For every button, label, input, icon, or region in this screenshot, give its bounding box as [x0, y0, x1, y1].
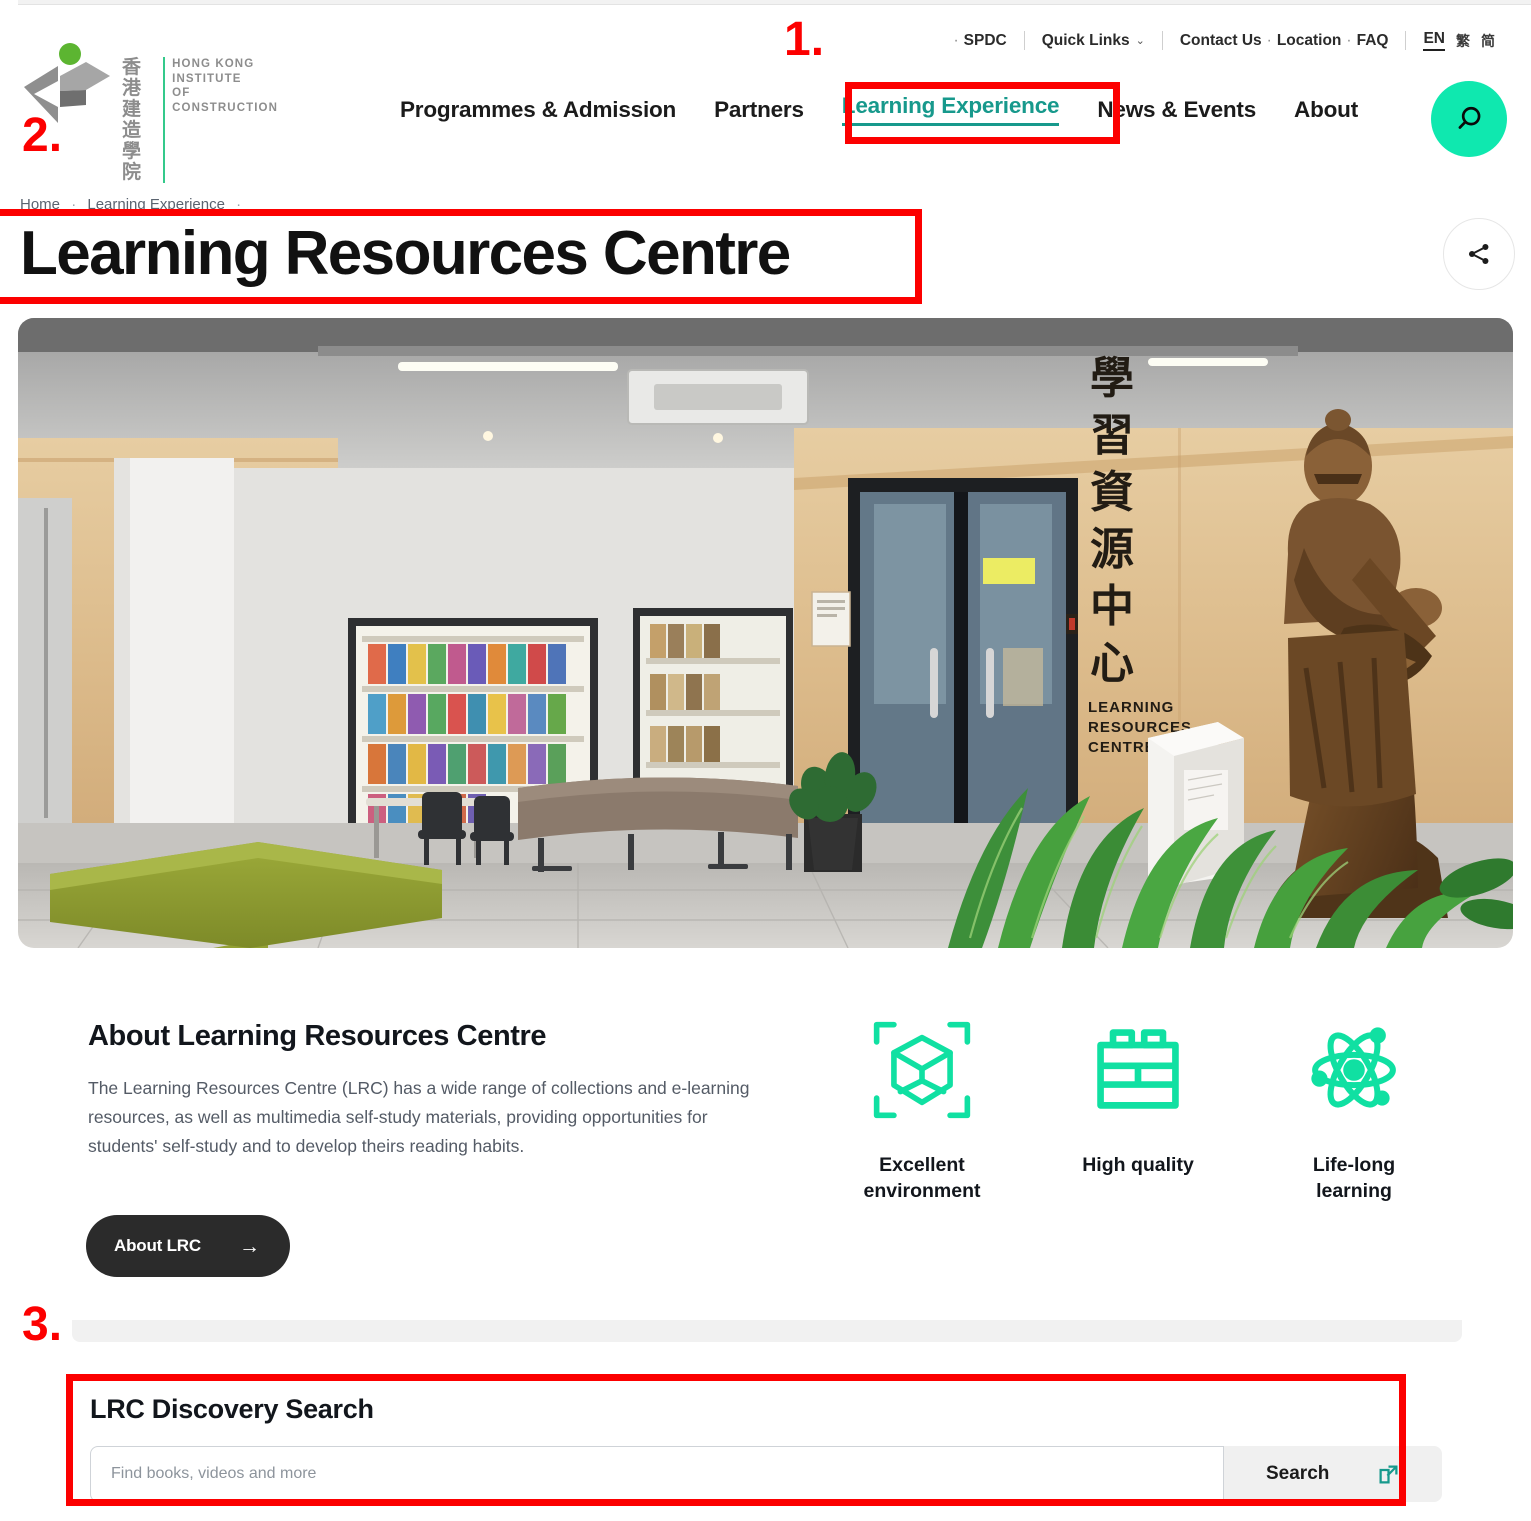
feature-high-quality: High quality [1030, 1014, 1246, 1204]
logo-en-line-2: INSTITUTE [172, 72, 242, 85]
nav-item-programmes-admission[interactable]: Programmes & Admission [400, 97, 676, 123]
language-switcher: EN 繁 简 [1423, 30, 1495, 51]
breadcrumb-learning-experience[interactable]: Learning Experience [87, 196, 225, 213]
logo-en-line-1: HONG KONG [172, 58, 255, 70]
logo-cn-line-1: 香港 [122, 56, 143, 99]
about-lrc-card: About Learning Resources Centre The Lear… [24, 962, 1507, 1320]
hero-photo: 學 習 資 源 中 心 LEARNING RESOURCES CENTRE [18, 318, 1513, 948]
lrc-search-row: Search [90, 1446, 1442, 1502]
util-nav-faq[interactable]: FAQ [1357, 32, 1389, 50]
card-stack-shadow [72, 1320, 1462, 1342]
util-nav-location[interactable]: Location [1277, 32, 1342, 50]
nav-item-learning-experience[interactable]: Learning Experience [841, 93, 1060, 126]
about-heading: About Learning Resources Centre [88, 1020, 547, 1052]
util-dot-1: · [953, 31, 959, 49]
feature-line-2: learning [1316, 1180, 1392, 1202]
svg-text:CENTRE: CENTRE [1088, 739, 1156, 756]
about-body-text: The Learning Resources Centre (LRC) has … [88, 1078, 750, 1156]
page-root: 香港 建造 學院 HONG KONG INSTITUTE OF CONSTRUC… [0, 0, 1531, 1521]
svg-text:心: 心 [1090, 638, 1134, 689]
svg-text:中: 中 [1090, 581, 1134, 632]
lrc-search-input[interactable] [90, 1446, 1224, 1502]
feature-label-excellent-environment: Excellent environment [863, 1152, 980, 1204]
feature-line-1: Life-long [1312, 1154, 1396, 1176]
breadcrumb-separator-1: · [71, 196, 77, 213]
logo-lockup: 香港 建造 學院 HONG KONG INSTITUTE OF CONSTRUC… [122, 57, 278, 183]
breadcrumb-separator-2: · [236, 196, 242, 213]
brick-block-icon [1086, 1014, 1190, 1126]
breadcrumb: Home · Learning Experience · [20, 196, 248, 213]
nav-item-partners[interactable]: Partners [714, 97, 804, 123]
svg-text:源: 源 [1090, 524, 1134, 575]
feature-excellent-environment: Excellent environment [814, 1014, 1030, 1204]
util-separator-3 [1405, 31, 1407, 50]
util-dot-2: · [1266, 31, 1272, 49]
share-button[interactable] [1443, 218, 1515, 290]
atom-icon [1300, 1014, 1408, 1126]
lrc-discovery-search: LRC Discovery Search Search [48, 1350, 1484, 1521]
page-title: Learning Resources Centre [20, 219, 791, 288]
about-lrc-button[interactable]: About LRC → [86, 1215, 290, 1277]
lang-option-traditional[interactable]: 繁 [1456, 31, 1470, 51]
hero-image: 學 習 資 源 中 心 LEARNING RESOURCES CENTRE [18, 318, 1513, 948]
svg-text:LEARNING: LEARNING [1088, 699, 1174, 716]
util-nav-quick-links[interactable]: Quick Links [1042, 32, 1130, 50]
external-link-icon [1375, 1461, 1402, 1488]
svg-text:學: 學 [1090, 353, 1134, 404]
feature-label-life-long-learning: Life-long learning [1313, 1152, 1395, 1204]
svg-text:資: 資 [1090, 467, 1134, 518]
annotation-number-3: 3. [22, 1298, 63, 1351]
nav-item-news-events[interactable]: News & Events [1097, 97, 1256, 123]
feature-life-long-learning: Life-long learning [1246, 1014, 1462, 1204]
lrc-search-button[interactable]: Search [1224, 1446, 1442, 1502]
util-separator-2 [1161, 31, 1163, 50]
lrc-search-button-label: Search [1266, 1463, 1330, 1484]
feature-line-1: Excellent [879, 1154, 965, 1176]
chevron-down-icon[interactable]: ⌄ [1136, 34, 1145, 47]
logo-cn-line-3: 學院 [122, 140, 143, 183]
header-search-button[interactable] [1431, 81, 1507, 157]
utility-nav: · SPDC Quick Links ⌄ Contact Us · Locati… [948, 30, 1495, 51]
logo-cn-line-2: 建造 [122, 98, 143, 141]
feature-line-2: environment [863, 1180, 981, 1202]
about-lrc-button-label: About LRC [114, 1236, 201, 1255]
main-nav: Programmes & Admission Partners Learning… [400, 93, 1358, 126]
util-dot-3: · [1346, 31, 1352, 49]
lrc-search-heading: LRC Discovery Search [90, 1394, 374, 1424]
feature-list: Excellent environment High quality Life-… [814, 1014, 1464, 1204]
util-separator-1 [1023, 31, 1025, 50]
nav-item-about[interactable]: About [1294, 97, 1358, 123]
util-nav-spdc[interactable]: SPDC [964, 32, 1007, 50]
logo-en-line-3: OF [172, 87, 191, 99]
annotation-number-1: 1. [784, 13, 825, 66]
lang-option-simplified[interactable]: 简 [1481, 31, 1495, 51]
breadcrumb-home[interactable]: Home [20, 196, 60, 213]
util-nav-contact-us[interactable]: Contact Us [1180, 32, 1262, 50]
logo-divider-bar [162, 57, 166, 183]
svg-text:習: 習 [1090, 410, 1134, 461]
feature-label-high-quality: High quality [1082, 1154, 1194, 1176]
magnifier-icon [1458, 106, 1481, 129]
annotation-number-2: 2. [22, 109, 63, 162]
logo-en-line-4: CONSTRUCTION [172, 101, 278, 114]
left-page-edge [0, 0, 18, 1521]
lang-option-en[interactable]: EN [1423, 30, 1445, 51]
share-icon [1468, 243, 1489, 265]
site-header: 香港 建造 學院 HONG KONG INSTITUTE OF CONSTRUC… [0, 5, 1531, 185]
cube-scan-icon [868, 1014, 976, 1126]
arrow-right-icon: → [239, 1234, 260, 1258]
